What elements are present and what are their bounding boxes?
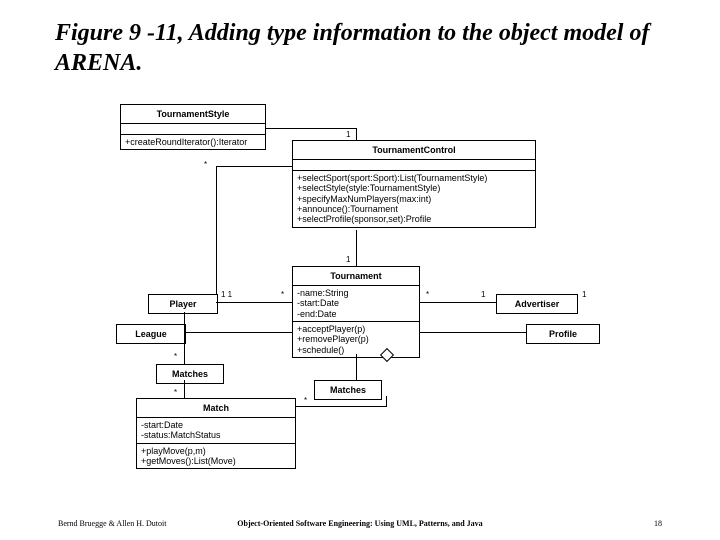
assoc-line — [296, 406, 386, 407]
mult: * — [174, 352, 177, 361]
class-name: League — [117, 325, 185, 343]
assoc-line — [184, 380, 185, 398]
class-matches: Matches — [156, 364, 224, 384]
class-ops: +acceptPlayer(p) +removePlayer(p) +sched… — [293, 322, 419, 357]
uml-diagram: TournamentStyle +createRoundIterator():I… — [116, 100, 604, 488]
assoc-line — [386, 396, 387, 407]
assoc-line — [420, 332, 526, 333]
assoc-line — [266, 128, 356, 129]
class-name: Profile — [527, 325, 599, 343]
assoc-line — [356, 230, 357, 266]
page-number: 18 — [654, 519, 662, 528]
class-tournamentstyle: TournamentStyle +createRoundIterator():I… — [120, 104, 266, 150]
assoc-line — [186, 332, 292, 333]
mult: 1 — [346, 130, 350, 139]
mult: * — [304, 396, 307, 405]
mult: 1 — [481, 290, 485, 299]
class-name: Player — [149, 295, 217, 313]
class-advertiser: Advertiser — [496, 294, 578, 314]
class-tournament: Tournament -name:String -start:Date -end… — [292, 266, 420, 358]
figure-title: Figure 9 -11, Adding type information to… — [55, 18, 655, 78]
mult: * — [204, 160, 207, 169]
class-ops: +selectSport(sport:Sport):List(Tournamen… — [293, 171, 535, 227]
class-attrs: -name:String -start:Date -end:Date — [293, 286, 419, 322]
mult: 1 1 — [221, 290, 232, 299]
assoc-line — [420, 302, 496, 303]
class-ops: +playMove(p,m) +getMoves():List(Move) — [137, 444, 295, 469]
class-profile: Profile — [526, 324, 600, 344]
class-attrs-empty — [121, 124, 265, 135]
class-name: Advertiser — [497, 295, 577, 313]
class-name: Matches — [157, 365, 223, 383]
assoc-line — [184, 312, 185, 364]
class-league: League — [116, 324, 186, 344]
assoc-line — [216, 302, 292, 303]
class-name: Tournament — [293, 267, 419, 286]
assoc-line — [216, 166, 217, 294]
class-match: Match -start:Date -status:MatchStatus +p… — [136, 398, 296, 469]
footer-title: Object-Oriented Software Engineering: Us… — [0, 519, 720, 528]
assoc-line — [356, 354, 357, 380]
class-ops: +createRoundIterator():Iterator — [121, 135, 265, 149]
mult: * — [281, 290, 284, 299]
class-player: Player — [148, 294, 218, 314]
class-name: TournamentStyle — [121, 105, 265, 124]
class-matches-2: Matches — [314, 380, 382, 400]
class-tournamentcontrol: TournamentControl +selectSport(sport:Spo… — [292, 140, 536, 228]
mult: 1 — [582, 290, 586, 299]
class-attrs: -start:Date -status:MatchStatus — [137, 418, 295, 444]
mult: 1 — [346, 255, 350, 264]
mult: * — [426, 290, 429, 299]
class-attrs-empty — [293, 160, 535, 171]
assoc-line — [356, 128, 357, 140]
class-name: Matches — [315, 381, 381, 399]
assoc-line — [216, 166, 292, 167]
class-name: TournamentControl — [293, 141, 535, 160]
class-name: Match — [137, 399, 295, 418]
mult: * — [174, 388, 177, 397]
